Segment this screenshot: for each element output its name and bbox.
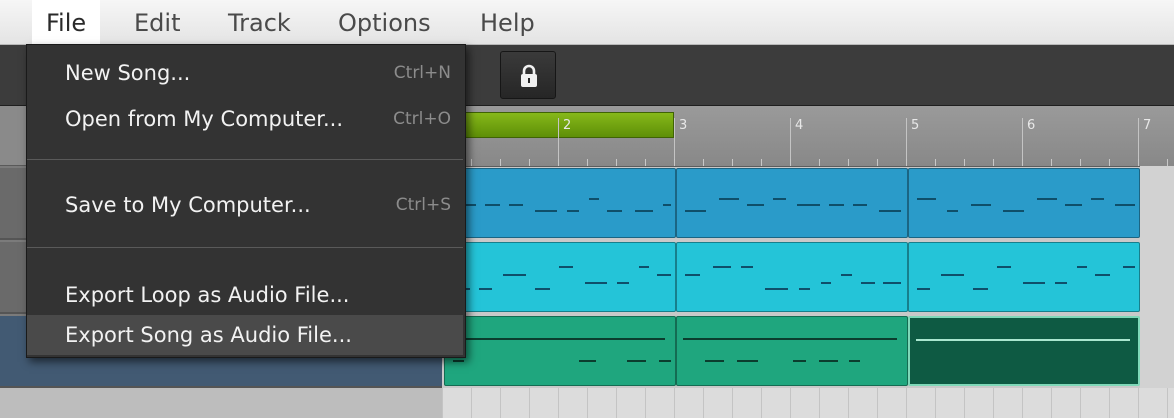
ruler-tick <box>1051 159 1052 166</box>
clip-notes <box>916 339 1130 341</box>
ruler-tick <box>645 159 646 166</box>
ruler-tick <box>877 159 878 166</box>
clip-track1-b[interactable] <box>676 168 908 238</box>
menu-item-label: Save to My Computer... <box>65 193 311 217</box>
clip-track3-b[interactable] <box>676 316 908 386</box>
clip-track1-c[interactable] <box>908 168 1140 238</box>
ruler-tick <box>790 159 791 166</box>
bar-number: 5 <box>906 118 919 162</box>
ruler-tick <box>1022 159 1023 166</box>
track-lane-1 <box>442 166 1174 240</box>
ruler-tick <box>674 159 675 166</box>
menu-separator <box>27 247 463 248</box>
track-lane-3 <box>442 314 1174 388</box>
ruler-tick <box>935 159 936 166</box>
clip-track2-a[interactable] <box>444 242 676 312</box>
menu-item-label: Open from My Computer... <box>65 107 344 131</box>
clip-track2-b[interactable] <box>676 242 908 312</box>
clip-track1-a[interactable] <box>444 168 676 238</box>
menu-item-label: New Song... <box>65 61 191 85</box>
lane-empty-area <box>1140 240 1174 314</box>
bar-number: 7 <box>1138 118 1151 162</box>
clip-notes <box>685 266 901 290</box>
empty-lane <box>442 388 1174 418</box>
menu-separator <box>27 159 463 160</box>
file-menu-dropdown: New Song... Ctrl+N Open from My Computer… <box>26 44 466 358</box>
bar-number: 2 <box>558 118 571 162</box>
ruler-tick <box>906 159 907 166</box>
ruler-tick <box>471 159 472 166</box>
bar-number: 4 <box>790 118 803 162</box>
ruler-tick <box>587 159 588 166</box>
clip-track2-c[interactable] <box>908 242 1140 312</box>
menu-bar: File Edit Track Options Help <box>0 0 1174 45</box>
clip-notes <box>917 198 1135 212</box>
menu-item-label: Export Song as Audio File... <box>65 323 352 347</box>
bar-number: 6 <box>1022 118 1035 162</box>
empty-track-header <box>0 388 442 418</box>
lock-icon <box>521 64 537 87</box>
ruler-tick <box>848 159 849 166</box>
ruler-tick <box>703 159 704 166</box>
clip-notes <box>917 266 1135 290</box>
ruler-tick <box>558 159 559 166</box>
menu-item-label: Export Loop as Audio File... <box>65 283 350 307</box>
shortcut-label: Ctrl+O <box>393 109 451 129</box>
menu-item-new-song[interactable]: New Song... Ctrl+N <box>27 53 463 93</box>
clip-notes <box>451 338 671 362</box>
ruler-tick <box>1080 159 1081 166</box>
ruler-tick <box>993 159 994 166</box>
clip-notes <box>683 338 897 362</box>
menu-file[interactable]: File <box>32 0 101 44</box>
menu-item-save[interactable]: Save to My Computer... Ctrl+S <box>27 185 463 225</box>
menu-track[interactable]: Track <box>214 0 305 44</box>
menu-item-export-loop[interactable]: Export Loop as Audio File... <box>27 275 463 315</box>
clip-notes <box>453 198 671 212</box>
ruler-tick <box>1109 159 1110 166</box>
clip-notes <box>685 198 901 212</box>
lane-empty-area <box>1140 314 1174 388</box>
clip-track3-a[interactable] <box>444 316 676 386</box>
timeline-ruler[interactable]: 2 3 4 5 6 7 <box>442 106 1174 167</box>
menu-help[interactable]: Help <box>466 0 549 44</box>
ruler-tick <box>529 159 530 166</box>
lane-empty-area <box>1140 166 1174 240</box>
shortcut-label: Ctrl+S <box>395 195 451 215</box>
menu-edit[interactable]: Edit <box>120 0 194 44</box>
ruler-tick <box>500 159 501 166</box>
ruler-tick <box>1167 159 1168 166</box>
menu-item-open[interactable]: Open from My Computer... Ctrl+O <box>27 99 463 139</box>
ruler-tick <box>616 159 617 166</box>
bar-number: 3 <box>674 118 687 162</box>
ruler-tick <box>732 159 733 166</box>
ruler-tick <box>819 159 820 166</box>
clip-track3-c-selected[interactable] <box>908 316 1140 386</box>
clip-notes <box>453 266 671 290</box>
lock-button[interactable] <box>500 51 556 99</box>
menu-item-export-song[interactable]: Export Song as Audio File... <box>27 315 463 355</box>
track-lane-2 <box>442 240 1174 314</box>
shortcut-label: Ctrl+N <box>393 63 451 83</box>
ruler-tick <box>761 159 762 166</box>
ruler-tick <box>964 159 965 166</box>
menu-options[interactable]: Options <box>324 0 445 44</box>
ruler-tick <box>1138 159 1139 166</box>
